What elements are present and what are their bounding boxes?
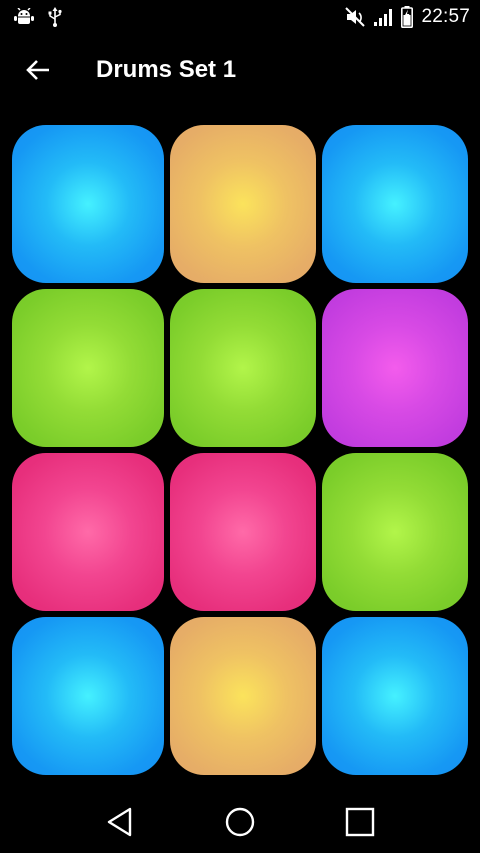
drum-pad-7[interactable] (12, 453, 164, 611)
app-bar: Drums Set 1 (0, 34, 480, 106)
drum-pad-6[interactable] (322, 289, 468, 447)
screen: 22:57 Drums Set 1 (0, 0, 480, 853)
status-bar: 22:57 (0, 0, 480, 34)
drum-pad-3[interactable] (322, 125, 468, 283)
drum-pad-1[interactable] (12, 125, 164, 283)
drum-pad-4[interactable] (12, 289, 164, 447)
recents-square-icon (345, 807, 375, 837)
drum-pad-9[interactable] (322, 453, 468, 611)
drum-pad-8[interactable] (170, 453, 316, 611)
page-title: Drums Set 1 (96, 56, 237, 83)
clock: 22:57 (421, 6, 470, 27)
drum-pad-10[interactable] (12, 617, 164, 775)
home-circle-icon (224, 806, 256, 838)
battery-icon (401, 6, 414, 28)
navigation-bar (0, 791, 480, 853)
back-button[interactable] (10, 42, 66, 98)
nav-recents-button[interactable] (330, 794, 390, 850)
android-debug-icon (14, 8, 34, 26)
drum-pad-11[interactable] (170, 617, 316, 775)
nav-home-button[interactable] (210, 794, 270, 850)
drum-pad-12[interactable] (322, 617, 468, 775)
mute-icon (345, 7, 366, 27)
drum-pad-grid (12, 125, 468, 775)
drum-pad-2[interactable] (170, 125, 316, 283)
status-right: 22:57 (345, 6, 470, 28)
status-left (14, 7, 62, 27)
back-triangle-icon (106, 807, 134, 837)
signal-icon (373, 7, 393, 27)
nav-back-button[interactable] (90, 794, 150, 850)
drum-pad-5[interactable] (170, 289, 316, 447)
usb-icon (48, 7, 62, 27)
arrow-left-icon (25, 59, 51, 81)
